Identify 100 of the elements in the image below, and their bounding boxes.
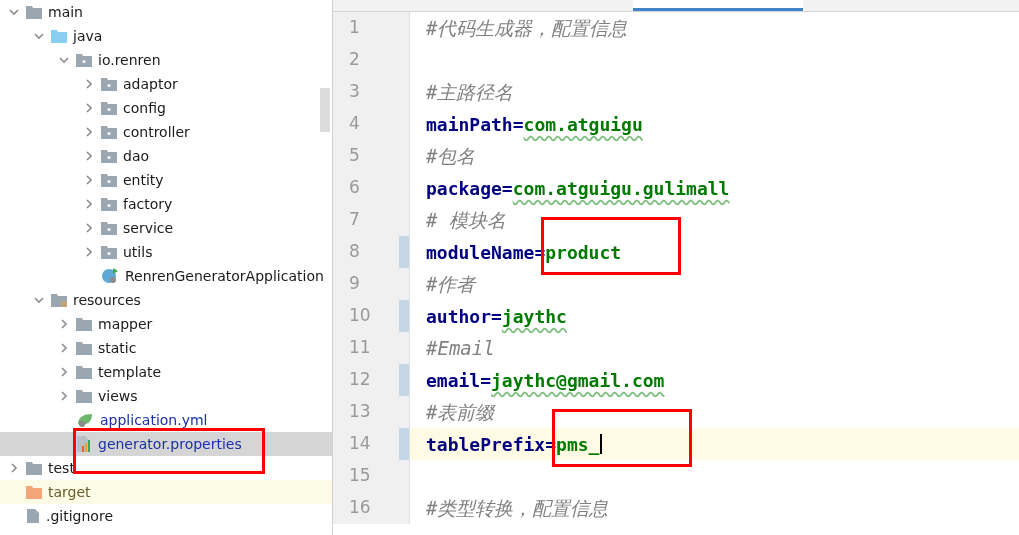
equals-sign: =: [480, 368, 492, 393]
property-value: jaythc: [501, 304, 567, 329]
chevron-down-icon[interactable]: [33, 30, 45, 42]
tree-item[interactable]: application.yml: [0, 408, 332, 432]
chevron-right-icon[interactable]: [83, 174, 95, 186]
chevron-right-icon[interactable]: [83, 78, 95, 90]
property-value: jaythc@gmail.com: [491, 368, 665, 393]
comment: #作者: [426, 272, 476, 295]
chevron-right-icon[interactable]: [83, 198, 95, 210]
folder-icon: [26, 485, 42, 499]
package-folder-icon: [101, 221, 117, 235]
line-number: 4: [349, 112, 360, 136]
folder-icon: [76, 365, 92, 379]
tree-item[interactable]: static: [0, 336, 332, 360]
comment: #表前缀: [426, 400, 495, 423]
line-number: 11: [349, 336, 371, 360]
chevron-right-icon[interactable]: [83, 150, 95, 162]
properties-file-icon: [76, 435, 92, 453]
line-number: 9: [349, 272, 360, 296]
comment: #主路径名: [426, 80, 514, 103]
class-icon: [101, 267, 119, 285]
scrollbar-thumb[interactable]: [320, 88, 330, 132]
editor-tab[interactable]: [633, 0, 803, 11]
line-number: 10: [349, 304, 371, 328]
line-number: 16: [349, 496, 371, 520]
spring-leaf-icon: [76, 412, 94, 428]
folder-icon: [76, 389, 92, 403]
property-key: tablePrefix: [426, 430, 546, 458]
text-cursor: [600, 434, 603, 455]
line-number: 8: [349, 240, 360, 264]
tree-item[interactable]: template: [0, 360, 332, 384]
line-number: 13: [349, 400, 371, 424]
tree-item[interactable]: RenrenGeneratorApplication: [0, 264, 332, 288]
folder-icon: [26, 5, 42, 19]
property-value: com.atguigu.gulimall: [512, 176, 730, 201]
line-number: 7: [349, 208, 360, 232]
line-number: 5: [349, 144, 360, 168]
file-icon: [26, 508, 40, 524]
folder-icon: [76, 341, 92, 355]
chevron-right-icon[interactable]: [58, 342, 70, 354]
package-folder-icon: [101, 77, 117, 91]
property-value: product: [545, 240, 622, 265]
tree-item[interactable]: utils: [0, 240, 332, 264]
chevron-right-icon[interactable]: [83, 126, 95, 138]
tree-item[interactable]: target: [0, 480, 332, 504]
tree-item[interactable]: resources: [0, 288, 332, 312]
tree-item[interactable]: config: [0, 96, 332, 120]
equals-sign: =: [512, 112, 524, 137]
chevron-right-icon[interactable]: [58, 390, 70, 402]
package-folder-icon: [101, 149, 117, 163]
property-key: email: [426, 366, 481, 394]
comment: #包名: [426, 144, 476, 167]
tree-item[interactable]: .gitignore: [0, 504, 332, 528]
folder-icon: [26, 461, 42, 475]
line-number: 15: [349, 464, 371, 488]
tree-item[interactable]: generator.properties: [0, 432, 332, 456]
tree-item[interactable]: entity: [0, 168, 332, 192]
tree-item[interactable]: java: [0, 24, 332, 48]
package-folder-icon: [101, 125, 117, 139]
package-folder-icon: [101, 173, 117, 187]
chevron-right-icon[interactable]: [8, 462, 20, 474]
tree-item[interactable]: mapper: [0, 312, 332, 336]
package-folder-icon: [101, 197, 117, 211]
tree-item[interactable]: controller: [0, 120, 332, 144]
comment: # 模块名: [426, 208, 506, 231]
property-key: mainPath: [426, 110, 513, 138]
folder-icon: [51, 29, 67, 43]
tree-item[interactable]: main: [0, 0, 332, 24]
equals-sign: =: [491, 304, 502, 329]
package-folder-icon: [101, 101, 117, 115]
tree-item[interactable]: service: [0, 216, 332, 240]
chevron-right-icon[interactable]: [58, 318, 70, 330]
tree-item[interactable]: adaptor: [0, 72, 332, 96]
comment: #类型转换，配置信息: [426, 496, 609, 519]
chevron-right-icon[interactable]: [83, 246, 95, 258]
comment: #代码生成器，配置信息: [426, 16, 628, 39]
property-key: author: [426, 302, 492, 330]
package-folder-icon: [101, 245, 117, 259]
package-folder-icon: [76, 53, 92, 67]
equals-sign: =: [501, 176, 513, 201]
chevron-right-icon[interactable]: [83, 102, 95, 114]
line-number: 1: [349, 16, 360, 40]
chevron-down-icon[interactable]: [8, 6, 20, 18]
line-number: 14: [349, 432, 371, 456]
tree-item[interactable]: io.renren: [0, 48, 332, 72]
line-number: 2: [349, 48, 360, 72]
resources-folder-icon: [51, 293, 67, 307]
tree-item[interactable]: test: [0, 456, 332, 480]
tree-item[interactable]: factory: [0, 192, 332, 216]
tree-item[interactable]: dao: [0, 144, 332, 168]
chevron-down-icon[interactable]: [33, 294, 45, 306]
line-number: 12: [349, 368, 371, 392]
property-key: package: [426, 174, 502, 202]
chevron-right-icon[interactable]: [58, 366, 70, 378]
folder-icon: [76, 317, 92, 331]
chevron-right-icon[interactable]: [83, 222, 95, 234]
tree-item[interactable]: views: [0, 384, 332, 408]
chevron-down-icon[interactable]: [58, 54, 70, 66]
property-value: pms_: [556, 432, 600, 457]
line-number: 3: [349, 80, 360, 104]
